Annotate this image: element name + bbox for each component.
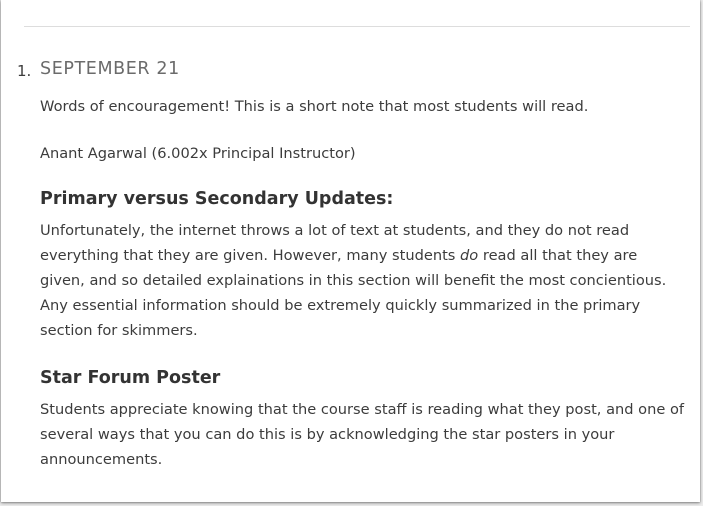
section-heading-star-forum-poster: Star Forum Poster <box>40 368 221 388</box>
section-body-star-forum-poster: Students appreciate knowing that the cou… <box>40 401 685 468</box>
course-updates-panel: 1. SEPTEMBER 21 Words of encouragement! … <box>1 0 700 502</box>
update-date: SEPTEMBER 21 <box>40 59 180 79</box>
section-body-primary-secondary: Unfortunately, the internet throws a lot… <box>40 218 686 343</box>
section-divider <box>24 26 690 27</box>
update-intro-text: Words of encouragement! This is a short … <box>40 98 589 115</box>
update-signature: Anant Agarwal (6.002x Principal Instruct… <box>40 145 356 162</box>
update-content: SEPTEMBER 21 Words of encouragement! Thi… <box>40 56 686 472</box>
emphasis-text: do <box>460 247 479 264</box>
update-number: 1. <box>17 62 32 80</box>
section-heading-primary-secondary: Primary versus Secondary Updates: <box>40 189 394 209</box>
